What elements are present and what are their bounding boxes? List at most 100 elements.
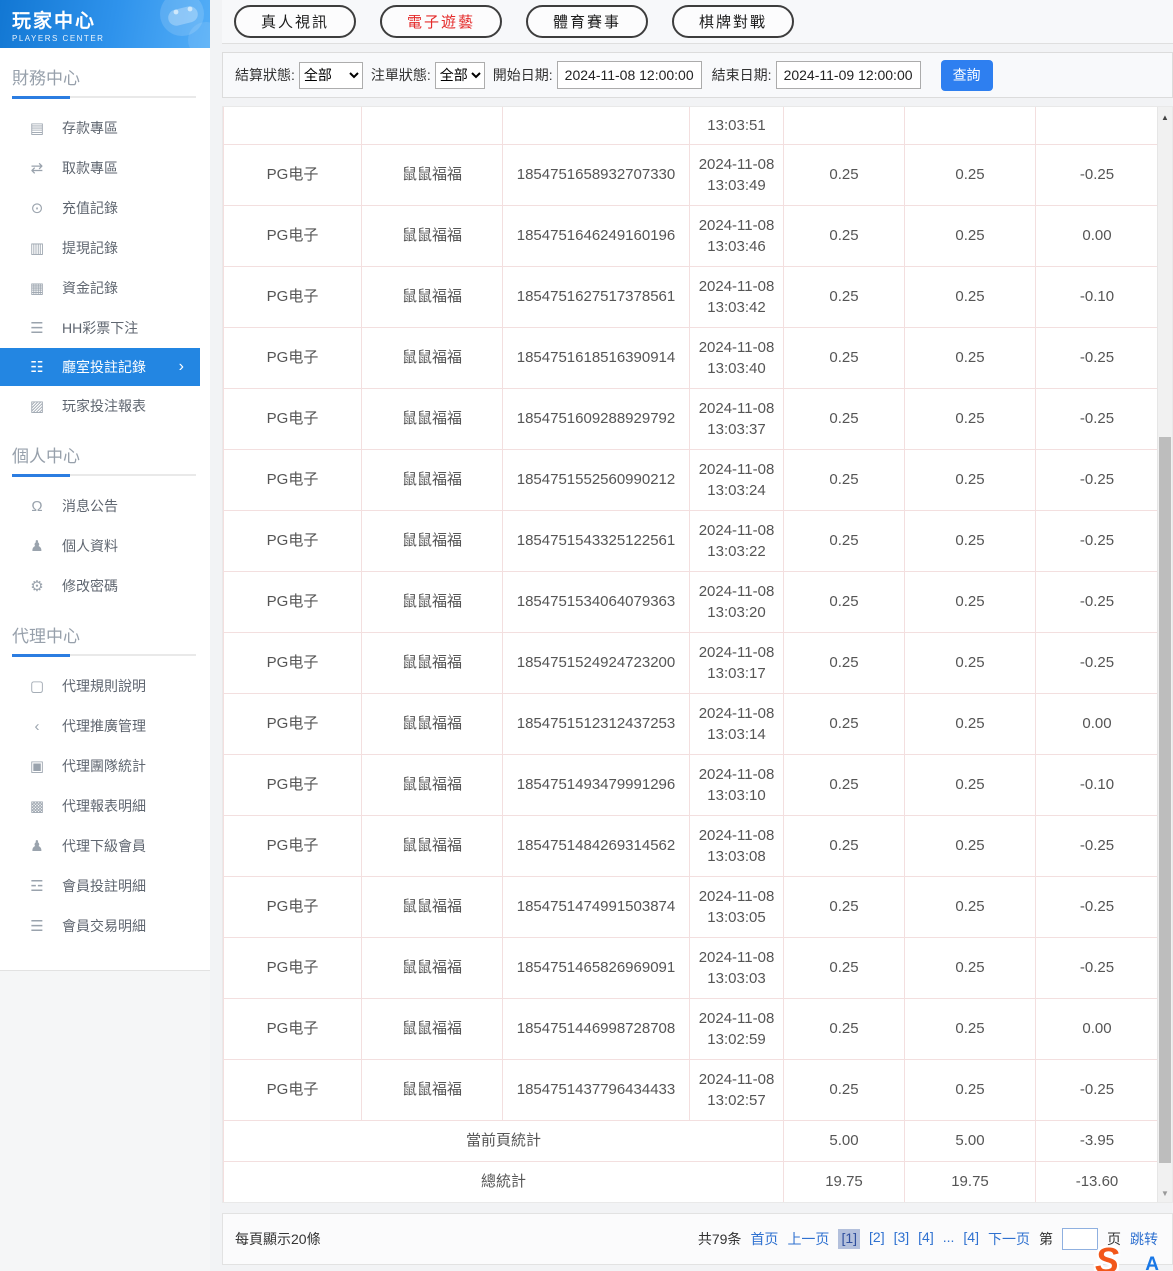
cell-time: 2024-11-08 13:03:20 <box>690 571 784 632</box>
cell-time: 2024-11-08 13:03:46 <box>690 205 784 266</box>
sidebar-item-label: 存款專區 <box>62 118 118 138</box>
tab-sports-events[interactable]: 體育賽事 <box>526 5 648 38</box>
sidebar-item-funds-records[interactable]: ▦資金記錄 <box>0 268 210 308</box>
cell-game-name: 鼠鼠福福 <box>362 510 503 571</box>
sidebar-item-label: 代理報表明細 <box>62 796 146 816</box>
pg-page-4[interactable]: [4] <box>918 1229 934 1249</box>
cell-time: 2024-11-08 13:02:57 <box>690 1059 784 1120</box>
pg-page-4b[interactable]: [4] <box>963 1229 979 1249</box>
summary-bet-amount: 5.00 <box>784 1120 905 1161</box>
settle-status-label: 結算狀態: <box>235 65 295 85</box>
cell-order-id: 1854751552560990212 <box>503 449 690 510</box>
cell-bet-amount: 0.25 <box>784 693 905 754</box>
tab-live-casino[interactable]: 真人視訊 <box>234 5 356 38</box>
pg-page-2[interactable]: [2] <box>869 1229 885 1249</box>
pg-prev[interactable]: 上一页 <box>787 1229 829 1249</box>
table-row: PG电子鼠鼠福福18547514377964344332024-11-08 13… <box>224 1059 1159 1120</box>
settle-status-select[interactable]: 全部 <box>299 62 363 89</box>
start-date-label: 開始日期: <box>493 65 553 85</box>
cell-valid-bet: 0.25 <box>905 388 1036 449</box>
sidebar-item-agent-report-details[interactable]: ▩代理報表明細 <box>0 786 210 826</box>
sidebar-item-hh-lottery-bets[interactable]: ☰HH彩票下注 <box>0 308 210 348</box>
filter-bar: 結算狀態: 全部 注單狀態: 全部 開始日期: 結束日期: 查詢 <box>222 52 1173 98</box>
cell-order-id: 1854751512312437253 <box>503 693 690 754</box>
sidebar-item-label: 資金記錄 <box>62 278 118 298</box>
cell-order-id <box>503 107 690 144</box>
sidebar-item-member-bet-details[interactable]: ☲會員投註明細 <box>0 866 210 906</box>
sidebar-item-label: 代理推廣管理 <box>62 716 146 736</box>
pg-page-1[interactable]: [1] <box>838 1229 860 1249</box>
table-row: PG电子鼠鼠福福18547515249247232002024-11-08 13… <box>224 632 1159 693</box>
sidebar-item-agent-sub-members[interactable]: ♟代理下級會員 <box>0 826 210 866</box>
tabs-strip: 真人視訊電子遊藝體育賽事棋牌對戰 <box>222 0 1173 44</box>
sidebar-item-withdrawal-records[interactable]: ▥提現記錄 <box>0 228 210 268</box>
sidebar-item-label: 充值記錄 <box>62 198 118 218</box>
cell-bet-amount: 0.25 <box>784 571 905 632</box>
table-scrollbar[interactable]: ▲ ▼ <box>1157 107 1172 1202</box>
sidebar-item-deposit-zone[interactable]: ▤存款專區 <box>0 108 210 148</box>
pg-next[interactable]: 下一页 <box>988 1229 1030 1249</box>
cell-time: 2024-11-08 13:03:17 <box>690 632 784 693</box>
stats-grid-icon: ▣ <box>27 757 47 775</box>
end-date-input[interactable] <box>776 61 921 89</box>
section-title: 個人中心 <box>0 426 210 475</box>
sidebar-item-label: 修改密碼 <box>62 576 118 596</box>
clipboard-icon: ☲ <box>27 877 47 895</box>
sidebar-item-member-transaction-details[interactable]: ☰會員交易明細 <box>0 906 210 946</box>
cell-game-name: 鼠鼠福福 <box>362 266 503 327</box>
section-title: 財務中心 <box>0 48 210 97</box>
sidebar-item-agent-team-stats[interactable]: ▣ 代理團隊統計 <box>0 746 210 786</box>
cell-order-id: 1854751646249160196 <box>503 205 690 266</box>
cell-game-type: PG电子 <box>224 449 362 510</box>
cell-order-id: 1854751524924723200 <box>503 632 690 693</box>
sidebar-item-recharge-records[interactable]: ⊙充值記錄 <box>0 188 210 228</box>
page-links: 首页上一页 [1] [2] [3] [4]... [4] 下一页 <box>750 1229 1030 1249</box>
order-status-select[interactable]: 全部 <box>435 62 485 89</box>
start-date-input[interactable] <box>557 61 702 89</box>
cell-valid-bet: 0.25 <box>905 815 1036 876</box>
cell-bet-amount: 0.25 <box>784 1059 905 1120</box>
table-row: PG电子鼠鼠福福18547516275173785612024-11-08 13… <box>224 266 1159 327</box>
pg-first[interactable]: 首页 <box>750 1229 778 1249</box>
cell-bet-amount: 0.25 <box>784 205 905 266</box>
summary-label: 總統計 <box>224 1161 784 1202</box>
sidebar-item-agent-rules[interactable]: ▢代理規則說明 <box>0 666 210 706</box>
sidebar-item-room-bet-records[interactable]: ☷廳室投註記錄› <box>0 348 200 386</box>
scrollbar-thumb[interactable] <box>1159 437 1171 1163</box>
sidebar-item-label: 提現記錄 <box>62 238 118 258</box>
pg-page-3[interactable]: [3] <box>894 1229 910 1249</box>
sidebar-item-profile[interactable]: ♟個人資料 <box>0 526 210 566</box>
sidebar-item-change-password[interactable]: ⚙修改密碼 <box>0 566 210 606</box>
cell-valid-bet: 0.25 <box>905 327 1036 388</box>
sogou-ime-icon[interactable]: S <box>1095 1244 1119 1271</box>
cell-game-type: PG电子 <box>224 754 362 815</box>
tab-board-card-games[interactable]: 棋牌對戰 <box>672 5 794 38</box>
table-row: 13:03:51 <box>224 107 1159 144</box>
ime-mode-icon[interactable]: A <box>1145 1254 1159 1271</box>
search-button[interactable]: 查詢 <box>941 60 993 91</box>
cell-win-loss: -0.25 <box>1036 327 1159 388</box>
bet-records-panel: 13:03:51PG电子鼠鼠福福18547516589327073302024-… <box>222 106 1173 1203</box>
sidebar-item-announcements[interactable]: Ω消息公告 <box>0 486 210 526</box>
cell-valid-bet: 0.25 <box>905 205 1036 266</box>
section-underline <box>12 474 196 476</box>
sidebar-item-player-bet-report[interactable]: ▨玩家投注報表 <box>0 386 210 426</box>
sidebar-item-label: 代理團隊統計 <box>62 756 146 776</box>
scrollbar-down-icon[interactable]: ▼ <box>1158 1189 1172 1198</box>
section-title: 代理中心 <box>0 606 210 655</box>
scrollbar-up-icon[interactable]: ▲ <box>1158 113 1172 122</box>
cell-game-type: PG电子 <box>224 937 362 998</box>
cell-win-loss: -0.10 <box>1036 754 1159 815</box>
sidebar-item-label: 會員交易明細 <box>62 916 146 936</box>
cell-game-type: PG电子 <box>224 388 362 449</box>
jump-page-input[interactable] <box>1062 1228 1098 1250</box>
sidebar-item-label: 個人資料 <box>62 536 118 556</box>
sidebar-item-withdraw-zone[interactable]: ⇄取款專區 <box>0 148 210 188</box>
pg-ellipsis: ... <box>943 1229 955 1249</box>
jump-prefix-text: 第 <box>1039 1229 1053 1249</box>
sidebar-item-agent-promotion[interactable]: ‹代理推廣管理 <box>0 706 210 746</box>
tab-electronic-games[interactable]: 電子遊藝 <box>380 5 502 38</box>
cell-valid-bet: 0.25 <box>905 632 1036 693</box>
end-date-label: 結束日期: <box>712 65 772 85</box>
cell-order-id: 1854751484269314562 <box>503 815 690 876</box>
